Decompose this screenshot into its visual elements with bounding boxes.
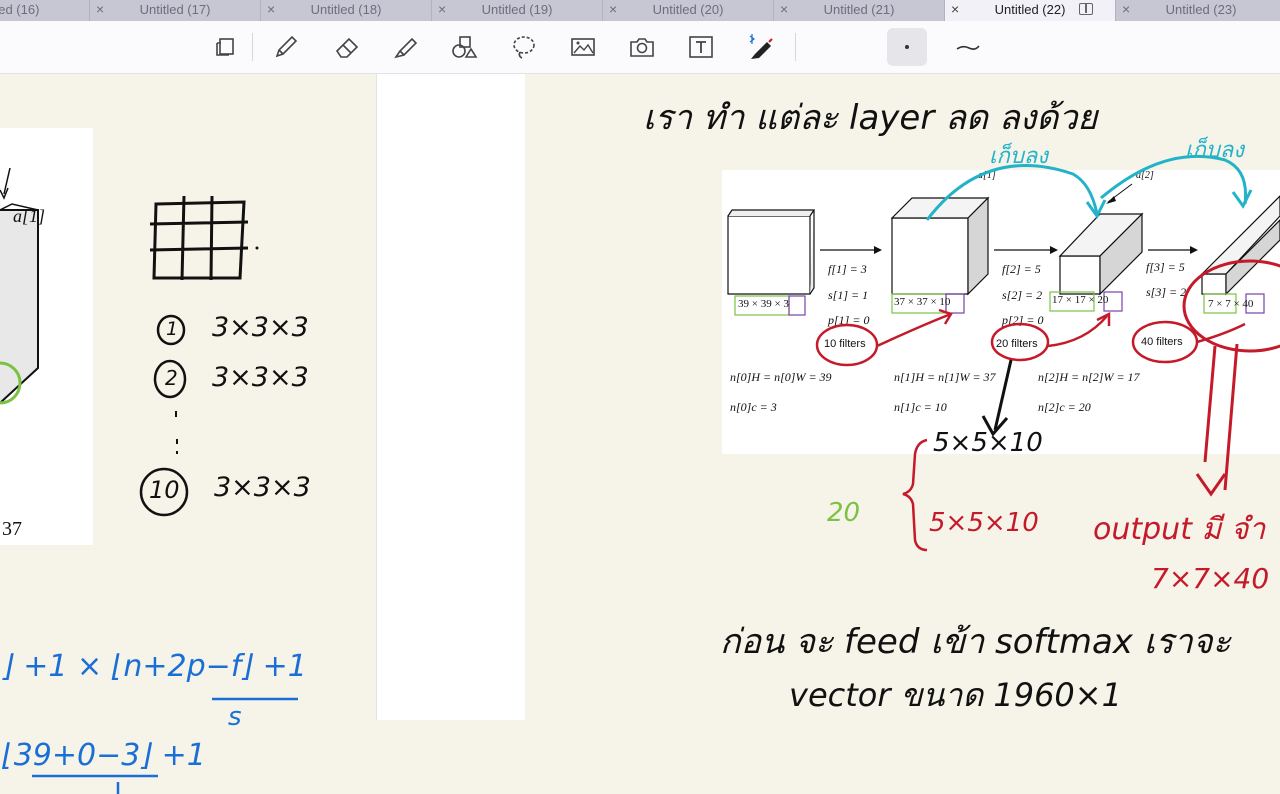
bluetooth-pen-icon[interactable] bbox=[745, 31, 777, 63]
ink-5x5x10-black: 5×5×10 bbox=[933, 428, 1043, 458]
tab-label: Untitled (17) bbox=[139, 2, 211, 17]
blue-note-1: เก็บลง bbox=[989, 144, 1049, 169]
ellipsis-dots bbox=[175, 411, 178, 454]
output-size-formula: ⌋ +1 × ⌊n+2p−f⌋ +1 bbox=[2, 649, 307, 684]
formula-fraction-bar bbox=[212, 697, 298, 701]
filter-grid-sketch bbox=[149, 195, 259, 281]
tab-label: Untitled (23) bbox=[1165, 2, 1237, 17]
ink-5x5x10-red: 5×5×10 bbox=[929, 508, 1039, 538]
tab-untitled-16[interactable]: Untitled (16) bbox=[0, 0, 90, 21]
tab-label: Untitled (18) bbox=[310, 2, 382, 17]
tab-bar: Untitled (16) × Untitled (17) × Untitled… bbox=[0, 0, 1280, 21]
blue-note-2: เก็บลง bbox=[1185, 138, 1245, 163]
left-cube-drawing bbox=[0, 167, 39, 405]
dim-37-label: 37 bbox=[2, 518, 22, 540]
ink-20-green: 20 bbox=[827, 498, 861, 528]
tab-untitled-19[interactable]: × Untitled (19) bbox=[432, 0, 603, 21]
toolbar bbox=[0, 21, 1280, 74]
highlighter-icon[interactable] bbox=[390, 31, 422, 63]
pen-icon[interactable] bbox=[270, 31, 302, 63]
tab-untitled-20[interactable]: × Untitled (20) bbox=[603, 0, 774, 21]
filter-2-size: 3×3×3 bbox=[212, 362, 309, 393]
filter-1-number: 1 bbox=[166, 318, 179, 340]
tab-label: Untitled (16) bbox=[0, 2, 40, 17]
camera-icon[interactable] bbox=[626, 31, 658, 63]
formula-substituted: ⌊39+0−3⌋ +1 bbox=[2, 738, 206, 773]
tab-untitled-22[interactable]: × Untitled (22) bbox=[945, 0, 1116, 21]
filter-1-size: 3×3×3 bbox=[212, 312, 309, 343]
pen-size-button[interactable] bbox=[887, 28, 927, 66]
page-gap bbox=[376, 74, 526, 720]
lasso-icon[interactable] bbox=[508, 31, 540, 63]
a1-label: a[1] bbox=[13, 206, 46, 226]
stroke-style-icon[interactable] bbox=[951, 31, 983, 63]
split-view-icon[interactable] bbox=[1079, 3, 1093, 15]
right-page[interactable]: เรา ทำ แต่ละ layer ลด ลงด้วย a[1] a[2] 3… bbox=[525, 74, 1280, 720]
bottom-note-line2: vector ขนาด 1960×1 bbox=[789, 676, 1122, 714]
formula-denominator: s bbox=[228, 702, 242, 732]
filter-10-size: 3×3×3 bbox=[214, 472, 311, 503]
tab-untitled-17[interactable]: × Untitled (17) bbox=[90, 0, 261, 21]
toolbar-divider bbox=[795, 33, 796, 61]
ink-output-note: output มี จำ bbox=[1093, 512, 1266, 547]
tab-untitled-21[interactable]: × Untitled (21) bbox=[774, 0, 945, 21]
shapes-icon[interactable] bbox=[448, 31, 480, 63]
pages-icon[interactable] bbox=[210, 31, 242, 63]
tab-label: Untitled (19) bbox=[481, 2, 553, 17]
filter-10-number: 10 bbox=[149, 476, 180, 504]
substituted-fraction-bar bbox=[32, 774, 158, 794]
ink-7x7x40: 7×7×40 bbox=[1151, 562, 1270, 595]
tab-untitled-23[interactable]: × Untitled (23) bbox=[1116, 0, 1280, 21]
tab-untitled-18[interactable]: × Untitled (18) bbox=[261, 0, 432, 21]
tab-label: Untitled (20) bbox=[652, 2, 724, 17]
note-canvas[interactable]: a[1] 37 1 3×3×3 2 3×3×3 10 3×3×3 ⌋ +1 × … bbox=[0, 74, 1280, 794]
tab-label: Untitled (21) bbox=[823, 2, 895, 17]
toolbar-divider bbox=[252, 33, 253, 61]
eraser-icon[interactable] bbox=[331, 31, 363, 63]
filter-2-number: 2 bbox=[165, 366, 178, 390]
left-page[interactable]: a[1] 37 1 3×3×3 2 3×3×3 10 3×3×3 ⌋ +1 × … bbox=[0, 74, 376, 794]
bottom-note-line1: ก่อน จะ feed เข้า softmax เราจะ bbox=[720, 622, 1231, 662]
image-icon[interactable] bbox=[567, 31, 599, 63]
textbox-icon[interactable] bbox=[685, 31, 717, 63]
